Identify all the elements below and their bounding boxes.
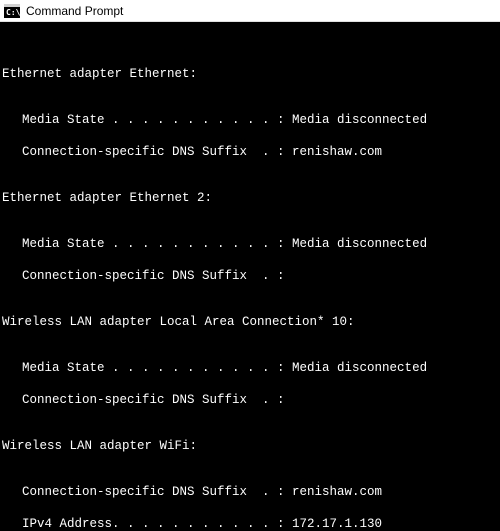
output-line: Media State . . . . . . . . . . . : Medi… (2, 112, 500, 128)
adapter-header: Wireless LAN adapter Local Area Connecti… (2, 314, 500, 330)
output-line: Connection-specific DNS Suffix . : renis… (2, 144, 500, 160)
output-line: Media State . . . . . . . . . . . : Medi… (2, 360, 500, 376)
output-line: Connection-specific DNS Suffix . : (2, 392, 500, 408)
adapter-header: Wireless LAN adapter WiFi: (2, 438, 500, 454)
output-line: Connection-specific DNS Suffix . : (2, 268, 500, 284)
cmd-icon: C:\ (4, 4, 20, 18)
adapter-header: Ethernet adapter Ethernet 2: (2, 190, 500, 206)
terminal-output[interactable]: Ethernet adapter Ethernet: Media State .… (0, 22, 500, 531)
output-line: IPv4 Address. . . . . . . . . . . : 172.… (2, 516, 500, 531)
output-line: Media State . . . . . . . . . . . : Medi… (2, 236, 500, 252)
adapter-header: Ethernet adapter Ethernet: (2, 66, 500, 82)
svg-text:C:\: C:\ (6, 8, 20, 17)
window-title: Command Prompt (26, 4, 123, 18)
output-line: Connection-specific DNS Suffix . : renis… (2, 484, 500, 500)
window-titlebar[interactable]: C:\ Command Prompt (0, 0, 500, 22)
